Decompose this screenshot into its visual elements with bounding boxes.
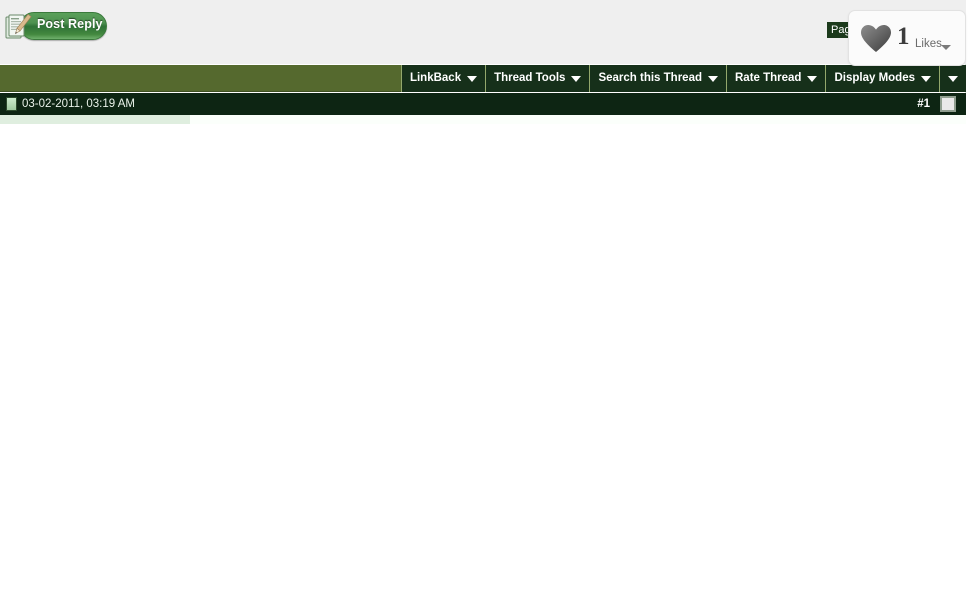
page-right-gutter	[966, 0, 973, 614]
post-number[interactable]: #1	[917, 97, 930, 111]
menu-bar-spacer	[0, 65, 401, 92]
notepad-pencil-icon	[5, 14, 32, 39]
menu-item-label: Display Modes	[834, 71, 915, 84]
postbit-message-column	[190, 115, 966, 124]
thread-menu-bar: LinkBack Thread Tools Search this Thread…	[0, 65, 966, 92]
chevron-down-icon	[708, 75, 718, 82]
chevron-down-icon	[948, 75, 958, 82]
menu-item-label: LinkBack	[409, 71, 462, 84]
chevron-down-icon	[921, 75, 931, 82]
chevron-down-icon[interactable]	[941, 45, 951, 50]
heart-icon	[861, 25, 891, 52]
likes-widget[interactable]: 1 Likes	[848, 10, 966, 66]
top-toolbar-strip: Post Reply Page 1 Likes	[0, 0, 966, 66]
chevron-down-icon	[571, 75, 582, 82]
menu-item-label: Rate Thread	[735, 71, 802, 84]
chevron-down-icon	[807, 75, 818, 82]
forum-thread-page: Post Reply Page 1 Likes LinkBack Thread …	[0, 0, 966, 614]
menu-item-display-modes[interactable]: Display Modes	[825, 65, 939, 92]
post-status-icon	[6, 97, 17, 111]
chevron-down-icon	[467, 75, 478, 82]
postbit-userinfo-column	[0, 115, 190, 124]
post-permalink-icon[interactable]	[940, 96, 956, 112]
post-header-row: 03-02-2011, 03:19 AM #1	[0, 93, 966, 115]
menu-item-linkback[interactable]: LinkBack	[400, 65, 486, 92]
post-content-area	[0, 124, 966, 614]
post-reply-button[interactable]: Post Reply	[2, 12, 107, 40]
menu-item-overflow[interactable]	[939, 65, 966, 92]
likes-label: Likes	[915, 38, 942, 50]
menu-item-search-this-thread[interactable]: Search this Thread	[589, 65, 726, 92]
likes-count: 1	[897, 23, 910, 50]
post-date: 03-02-2011, 03:19 AM	[22, 98, 135, 110]
post-reply-label: Post Reply	[37, 17, 103, 31]
menu-item-label: Search this Thread	[598, 71, 702, 84]
menu-item-rate-thread[interactable]: Rate Thread	[726, 65, 826, 92]
menu-item-label: Thread Tools	[494, 71, 566, 84]
menu-item-thread-tools[interactable]: Thread Tools	[485, 65, 590, 92]
